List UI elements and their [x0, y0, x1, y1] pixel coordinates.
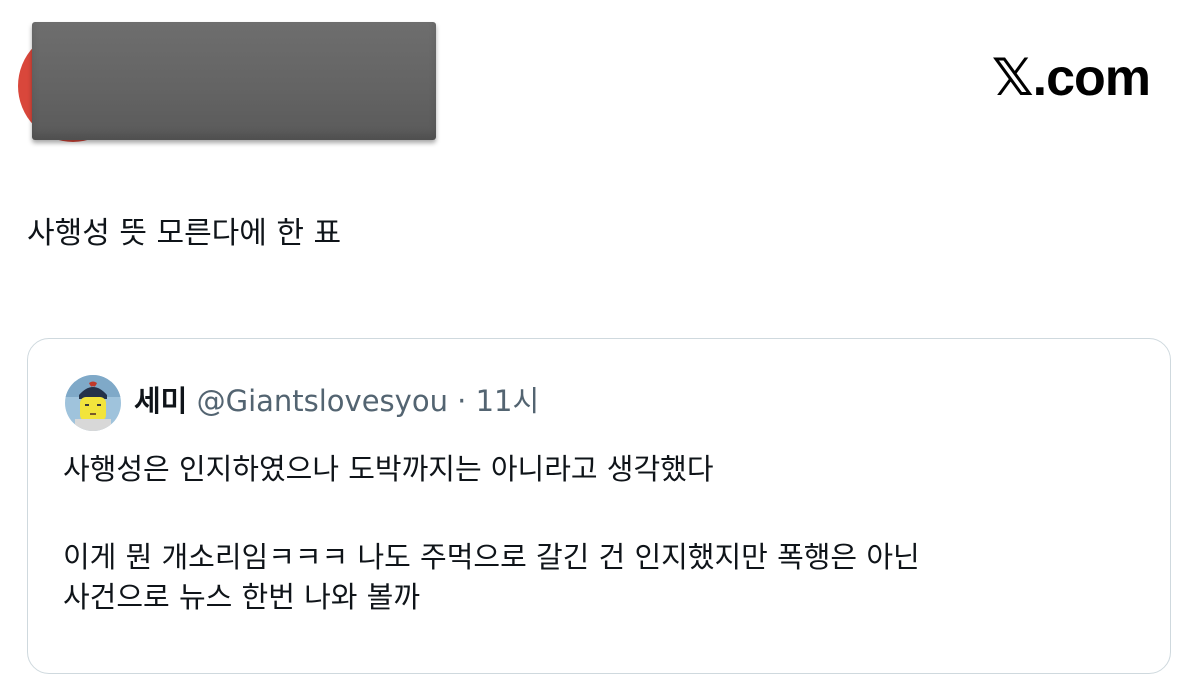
quoted-tweet-timestamp[interactable]: 11시 [476, 384, 540, 418]
quoted-tweet-line: 사행성은 인지하였으나 도박까지는 아니라고 생각했다 [63, 452, 714, 486]
x-logo-suffix: .com [1032, 49, 1151, 107]
quoted-tweet-header: 세미 @Giantslovesyou · 11시 [134, 381, 539, 421]
redacted-author-info [32, 22, 436, 140]
header-separator: · [457, 384, 467, 418]
quoted-author-name[interactable]: 세미 [134, 384, 187, 418]
tweet-text: 사행성 뜻 모른다에 한 표 [27, 216, 342, 251]
quoted-author-avatar[interactable] [65, 375, 121, 431]
character-avatar-icon [65, 375, 121, 431]
quoted-tweet-body: 사행성은 인지하였으나 도박까지는 아니라고 생각했다 이게 뭔 개소리임ㅋㅋㅋ… [63, 449, 1153, 617]
quoted-tweet-card[interactable]: 세미 @Giantslovesyou · 11시 사행성은 인지하였으나 도박까… [27, 338, 1171, 674]
quoted-tweet-line: 이게 뭔 개소리임ㅋㅋㅋ 나도 주먹으로 갈긴 건 인지했지만 폭행은 아닌 [63, 540, 920, 574]
quoted-author-handle[interactable]: @Giantslovesyou [197, 384, 448, 418]
quoted-tweet-line: 사건으로 뉴스 한번 나와 볼까 [63, 580, 421, 614]
x-logo: 𝕏.com [991, 48, 1151, 108]
x-logo-icon: 𝕏 [991, 48, 1034, 108]
